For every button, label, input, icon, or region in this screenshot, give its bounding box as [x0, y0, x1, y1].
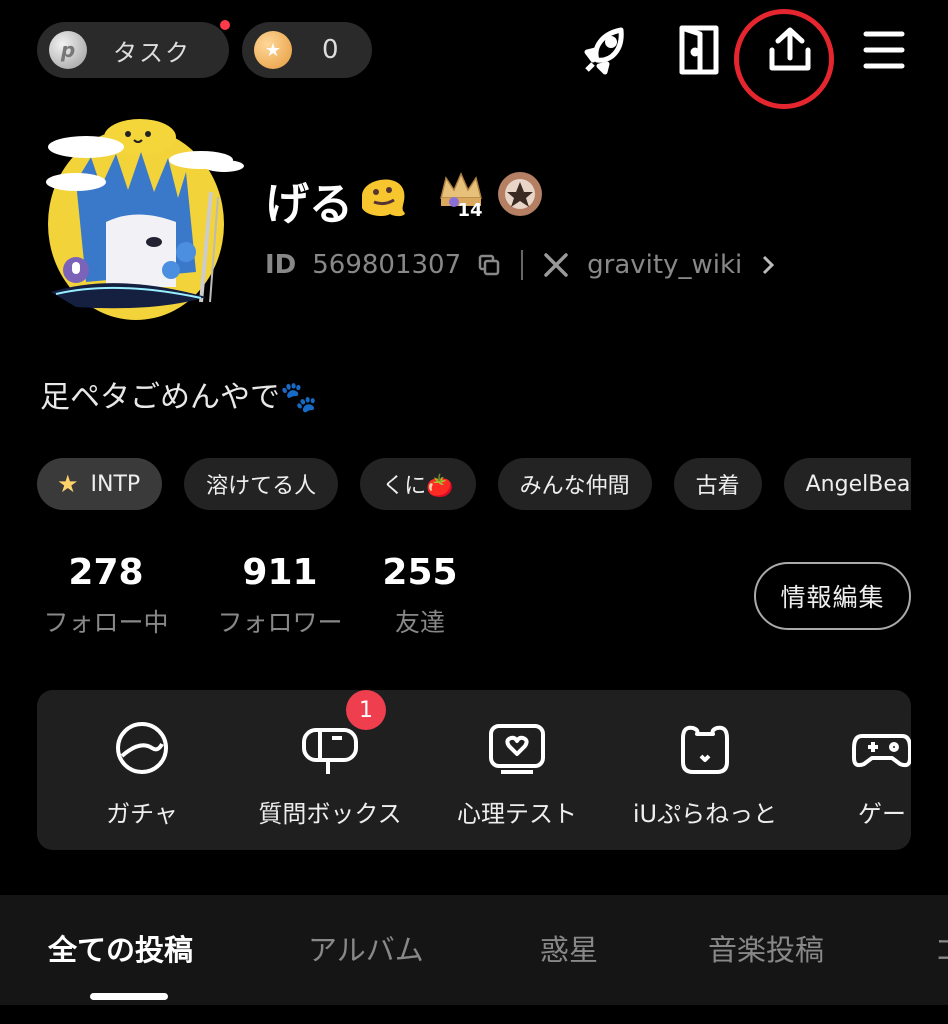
badge-level: 14	[457, 200, 482, 218]
rocket-icon[interactable]	[575, 18, 639, 82]
feature-question-box[interactable]: 質問ボックス	[245, 718, 415, 829]
tab-more[interactable]: コ	[934, 927, 948, 969]
menu-icon[interactable]	[852, 18, 916, 82]
followers-label: フォロワー	[217, 608, 343, 637]
features-card: ガチャ 質問ボックス 心理テスト iUぷらねっと ゲー	[37, 690, 911, 850]
mailbox-icon	[300, 718, 360, 778]
tab-album[interactable]: アルバム	[308, 927, 424, 969]
task-button[interactable]: p タスク	[37, 22, 229, 78]
bio-text: 足ペタごめんやで🐾	[40, 380, 318, 415]
avatar[interactable]	[36, 112, 246, 327]
heart-screen-icon	[487, 718, 547, 778]
feature-iu-planet[interactable]: iUぷらねっと	[625, 718, 785, 829]
tag-item[interactable]: くに🍅	[360, 458, 476, 510]
tag-item[interactable]: 溶けてる人	[184, 458, 339, 510]
highlight-circle	[734, 9, 834, 109]
following-count: 278	[68, 552, 144, 593]
melting-face-icon	[356, 168, 410, 220]
door-icon[interactable]	[666, 18, 730, 82]
friends-count: 255	[382, 552, 458, 593]
id-label: ID	[265, 250, 297, 280]
followers-count: 911	[242, 552, 318, 593]
star-icon: ★	[57, 470, 79, 498]
question-box-badge: 1	[346, 690, 386, 730]
bear-icon	[675, 718, 735, 778]
tab-all-posts[interactable]: 全ての投稿	[48, 927, 193, 969]
tab-music-posts[interactable]: 音楽投稿	[708, 927, 824, 969]
gamepad-icon	[852, 718, 911, 778]
feature-psych-test[interactable]: 心理テスト	[447, 718, 587, 829]
x-handle-link[interactable]: gravity_wiki	[587, 250, 742, 280]
coin-icon: ★	[254, 31, 292, 69]
tag-item[interactable]: 古着	[673, 458, 762, 510]
friends-label: 友達	[394, 608, 445, 637]
divider	[521, 250, 524, 280]
following-label: フォロー中	[43, 608, 169, 637]
edit-profile-button[interactable]: 情報編集	[754, 562, 911, 630]
feature-gacha[interactable]: ガチャ	[97, 718, 187, 829]
following-stat[interactable]: 278 フォロー中	[38, 552, 174, 639]
flower-badge-icon	[496, 170, 544, 218]
task-label: タスク	[113, 38, 191, 67]
content-tab-bar: 全ての投稿 アルバム 惑星 音楽投稿 コ	[0, 895, 948, 1005]
gacha-icon	[112, 718, 172, 778]
copy-icon[interactable]	[477, 253, 501, 277]
feature-game[interactable]: ゲー	[837, 718, 911, 829]
x-logo-icon	[543, 252, 569, 278]
tag-item[interactable]: AngelBeat	[783, 458, 911, 510]
tag-item[interactable]: みんな仲間	[497, 458, 652, 510]
chevron-right-icon[interactable]	[760, 253, 776, 277]
tab-planet[interactable]: 惑星	[540, 927, 598, 969]
coin-count: 0	[322, 35, 339, 65]
user-name: げる	[265, 179, 353, 230]
tag-item[interactable]: ★ INTP	[37, 458, 163, 510]
coin-balance-button[interactable]: ★ 0	[242, 22, 372, 78]
user-id: 569801307	[312, 250, 462, 280]
id-row: ID 569801307 gravity_wiki	[265, 245, 776, 285]
tag-list: ★ INTP 溶けてる人 くに🍅 みんな仲間 古着 AngelBeat	[37, 458, 911, 510]
followers-stat[interactable]: 911 フォロワー	[212, 552, 348, 639]
notification-dot	[220, 20, 230, 30]
active-tab-indicator	[90, 993, 168, 1000]
p-coin-icon: p	[49, 31, 87, 69]
friends-stat[interactable]: 255 友達	[380, 552, 460, 639]
crown-badge-icon: 14	[436, 168, 486, 221]
